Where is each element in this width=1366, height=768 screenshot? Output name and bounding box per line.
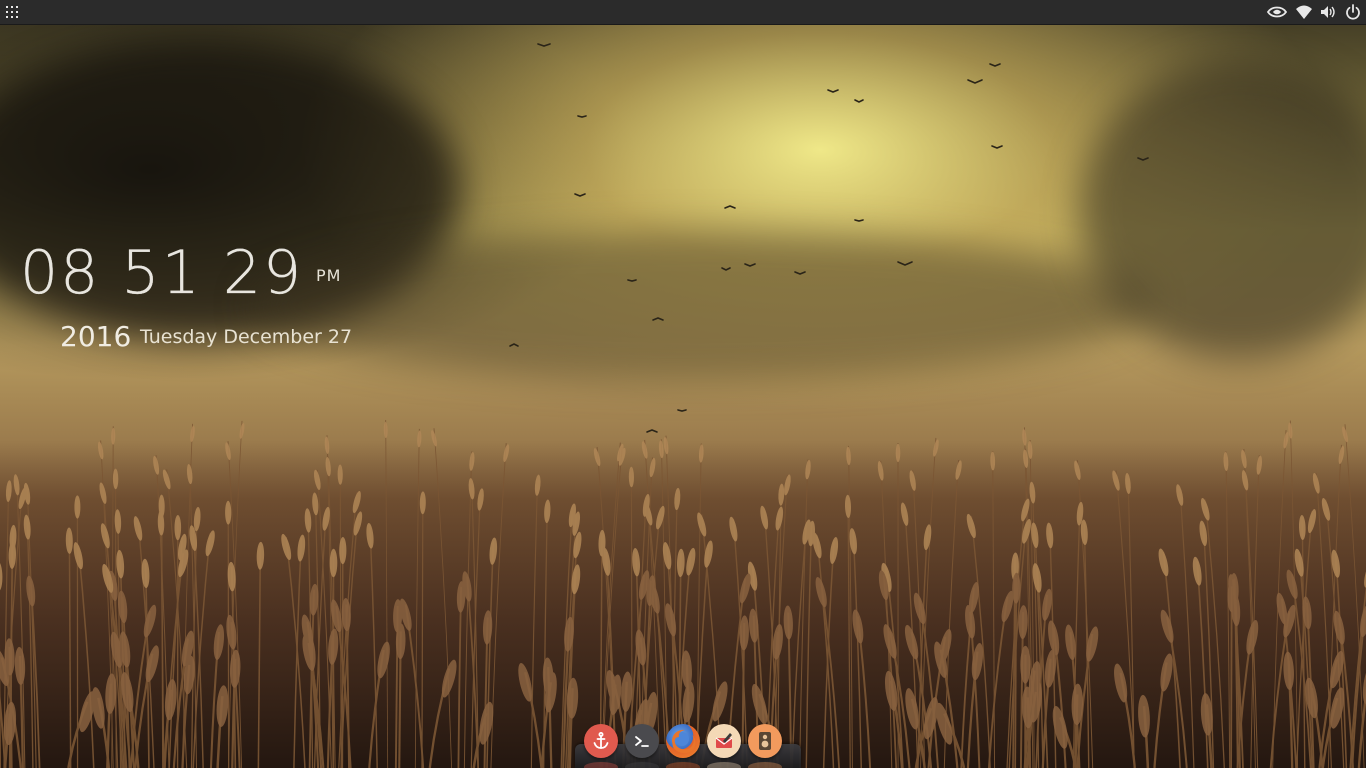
dock-reflection [625,762,659,768]
dock-item-mail[interactable] [707,724,741,758]
wheat-head [239,423,245,439]
wheat-head [383,422,388,438]
nvidia-icon[interactable] [1265,3,1289,21]
anchor-icon [593,731,609,749]
dock [575,724,801,768]
dock-item-firefox[interactable] [666,724,700,758]
clock-date: Tuesday December 27 [140,326,353,348]
dock-reflection [666,762,700,768]
power-icon[interactable] [1344,3,1362,21]
wallpaper-wheat-field [0,420,1366,768]
dock-reflection [584,762,618,768]
dock-item-anchor[interactable] [584,724,618,758]
dock-reflection [748,762,782,768]
mail-icon [715,733,733,748]
wheat-stalk [1014,578,1018,768]
clock-time: 08 51 29 [20,238,304,308]
volume-icon[interactable] [1319,3,1337,21]
wheat-stalk [421,492,424,768]
wheat-head [190,425,195,442]
wheat-head [74,495,81,519]
dock-reflection [707,762,741,768]
wheat-head [895,443,901,463]
clock-ampm: PM [316,266,342,285]
wheat-head [1020,645,1031,684]
desktop: 08 51 29 PM 2016 Tuesday December 27 [0,0,1366,768]
dock-item-terminal[interactable] [625,724,659,758]
wifi-icon[interactable] [1295,3,1313,21]
clock-year: 2016 [60,320,132,353]
terminal-icon [635,736,649,747]
apps-grid-icon[interactable] [3,3,21,21]
firefox-icon [672,729,696,754]
speaker-icon [759,732,771,750]
top-panel [0,0,1366,25]
dock-item-speaker[interactable] [748,724,782,758]
